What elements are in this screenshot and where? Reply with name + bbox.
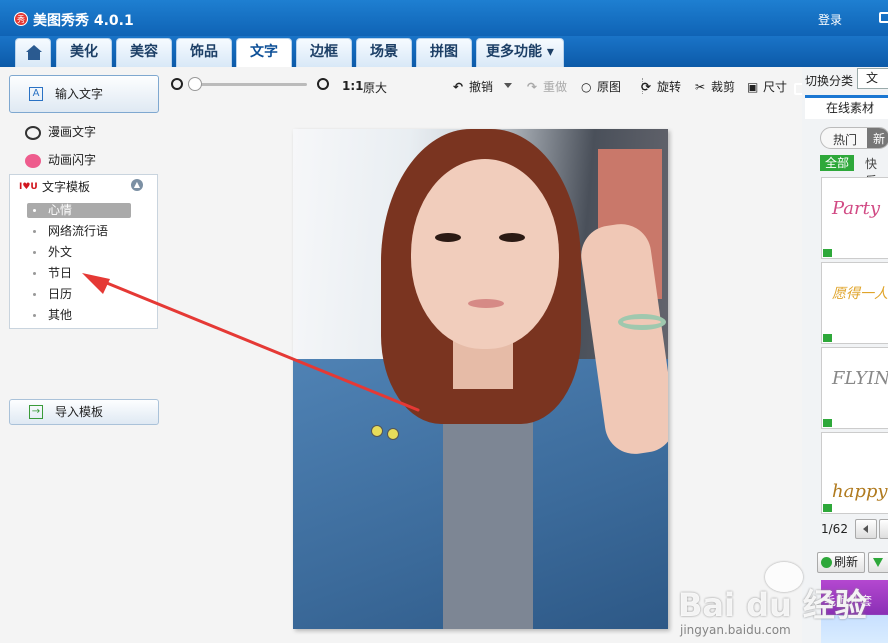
text-a-icon: A [29, 87, 43, 101]
baidu-watermark: Bai du 经验 jingyan.baidu.com [675, 560, 875, 640]
tab-scenes[interactable]: 场景 [356, 38, 412, 67]
right-material-panel: 切换分类 文 在线素材 热门 新 全部 快乐 Party 愿得一人心 FLYIN… [802, 67, 888, 643]
template-item-mood[interactable]: 心情 [27, 203, 131, 218]
tab-text[interactable]: 文字 [236, 38, 292, 67]
rotate-button[interactable]: ⟳ 旋转 [641, 78, 681, 95]
page-indicator: 1/62 [821, 522, 848, 536]
input-text-button[interactable]: A 输入文字 [9, 75, 159, 113]
message-icon[interactable] [879, 12, 888, 23]
rotate-icon: ⟳ [641, 80, 652, 94]
import-icon: → [29, 405, 43, 419]
undo-dropdown-icon[interactable] [504, 83, 512, 88]
zoom-slider[interactable] [194, 83, 307, 86]
original-size-button[interactable]: 原大 [363, 79, 387, 96]
edit-toolbar: 1:1 原大 ↶ 撤销 ↷ 重做 ○ 原图 ⟳ 旋转 ✂ 裁剪 ▣ 尺寸 [162, 67, 802, 105]
tab-beautify[interactable]: 美化 [56, 38, 112, 67]
tab-frames[interactable]: 边框 [296, 38, 352, 67]
circle-icon: ○ [581, 80, 592, 94]
home-icon [26, 45, 42, 52]
zoom-in-icon[interactable] [317, 78, 329, 90]
material-thumbnail[interactable]: Party [821, 177, 888, 259]
redo-button[interactable]: ↷ 重做 [527, 78, 567, 95]
ratio-label[interactable]: 1:1 [342, 79, 364, 93]
filter-new[interactable]: 新 [867, 128, 888, 148]
login-link[interactable]: 登录 [818, 11, 842, 28]
zoom-slider-knob[interactable] [188, 77, 202, 91]
category-select[interactable]: 文 [857, 68, 888, 89]
redo-icon: ↷ [527, 80, 538, 94]
undo-button[interactable]: ↶ 撤销 [453, 78, 493, 95]
comic-text-link[interactable]: 漫画文字 [25, 123, 96, 140]
left-sidebar: A 输入文字 漫画文字 动画闪字 I♥U 文字模板 ▲ 心情 网络流行语 外文 节… [6, 67, 162, 643]
resize-icon: ▣ [747, 80, 759, 94]
crop-button[interactable]: ✂ 裁剪 [695, 78, 735, 95]
filter-hot[interactable]: 热门 [833, 131, 857, 148]
material-thumbnail[interactable]: 愿得一人心 [821, 262, 888, 344]
original-image-button[interactable]: ○ 原图 [581, 78, 621, 95]
all-filter-chip[interactable]: 全部 [820, 155, 854, 171]
app-logo-icon: 秀 [14, 12, 28, 26]
speech-bubble-icon [25, 125, 41, 140]
collapse-up-icon[interactable]: ▲ [131, 179, 143, 191]
tab-decorations[interactable]: 饰品 [176, 38, 232, 67]
material-thumbnail[interactable]: happy [821, 432, 888, 514]
import-template-button[interactable]: → 导入模板 [9, 399, 159, 425]
tab-beauty[interactable]: 美容 [116, 38, 172, 67]
animated-text-link[interactable]: 动画闪字 [25, 151, 96, 168]
template-item-holiday[interactable]: 节日 [27, 266, 131, 281]
title-bar: 秀 美图秀秀 4.0.1 登录 [0, 0, 888, 36]
scissors-icon: ✂ [695, 80, 706, 94]
filter-toggle[interactable]: 热门 新 [820, 127, 888, 149]
flash-heart-icon [25, 153, 41, 168]
tab-collage[interactable]: 拼图 [416, 38, 472, 67]
template-item-calendar[interactable]: 日历 [27, 287, 131, 302]
material-thumbnail[interactable]: FLYING [821, 347, 888, 429]
i-love-you-icon: I♥U [19, 181, 38, 192]
undo-icon: ↶ [453, 80, 464, 94]
next-page-button[interactable] [879, 519, 888, 539]
app-title: 美图秀秀 4.0.1 [33, 13, 134, 29]
prev-page-button[interactable] [855, 519, 877, 539]
edited-photo[interactable] [293, 129, 668, 629]
template-section-header[interactable]: I♥U 文字模板 [19, 178, 90, 195]
zoom-out-icon[interactable] [171, 78, 183, 90]
tab-online-material[interactable]: 在线素材 [805, 95, 888, 119]
template-item-internet-slang[interactable]: 网络流行语 [27, 224, 131, 239]
tab-home[interactable] [15, 38, 51, 67]
template-item-other[interactable]: 其他 [27, 308, 131, 323]
text-template-panel: I♥U 文字模板 ▲ 心情 网络流行语 外文 节日 日历 其他 [9, 174, 158, 329]
tab-more-features[interactable]: 更多功能 ▾ [476, 38, 564, 67]
template-item-foreign[interactable]: 外文 [27, 245, 131, 260]
resize-button[interactable]: ▣ 尺寸 [747, 78, 787, 95]
main-nav: 美化 美容 饰品 文字 边框 场景 拼图 更多功能 ▾ 打开 +新 [0, 36, 888, 96]
switch-category-label: 切换分类 [805, 74, 854, 88]
